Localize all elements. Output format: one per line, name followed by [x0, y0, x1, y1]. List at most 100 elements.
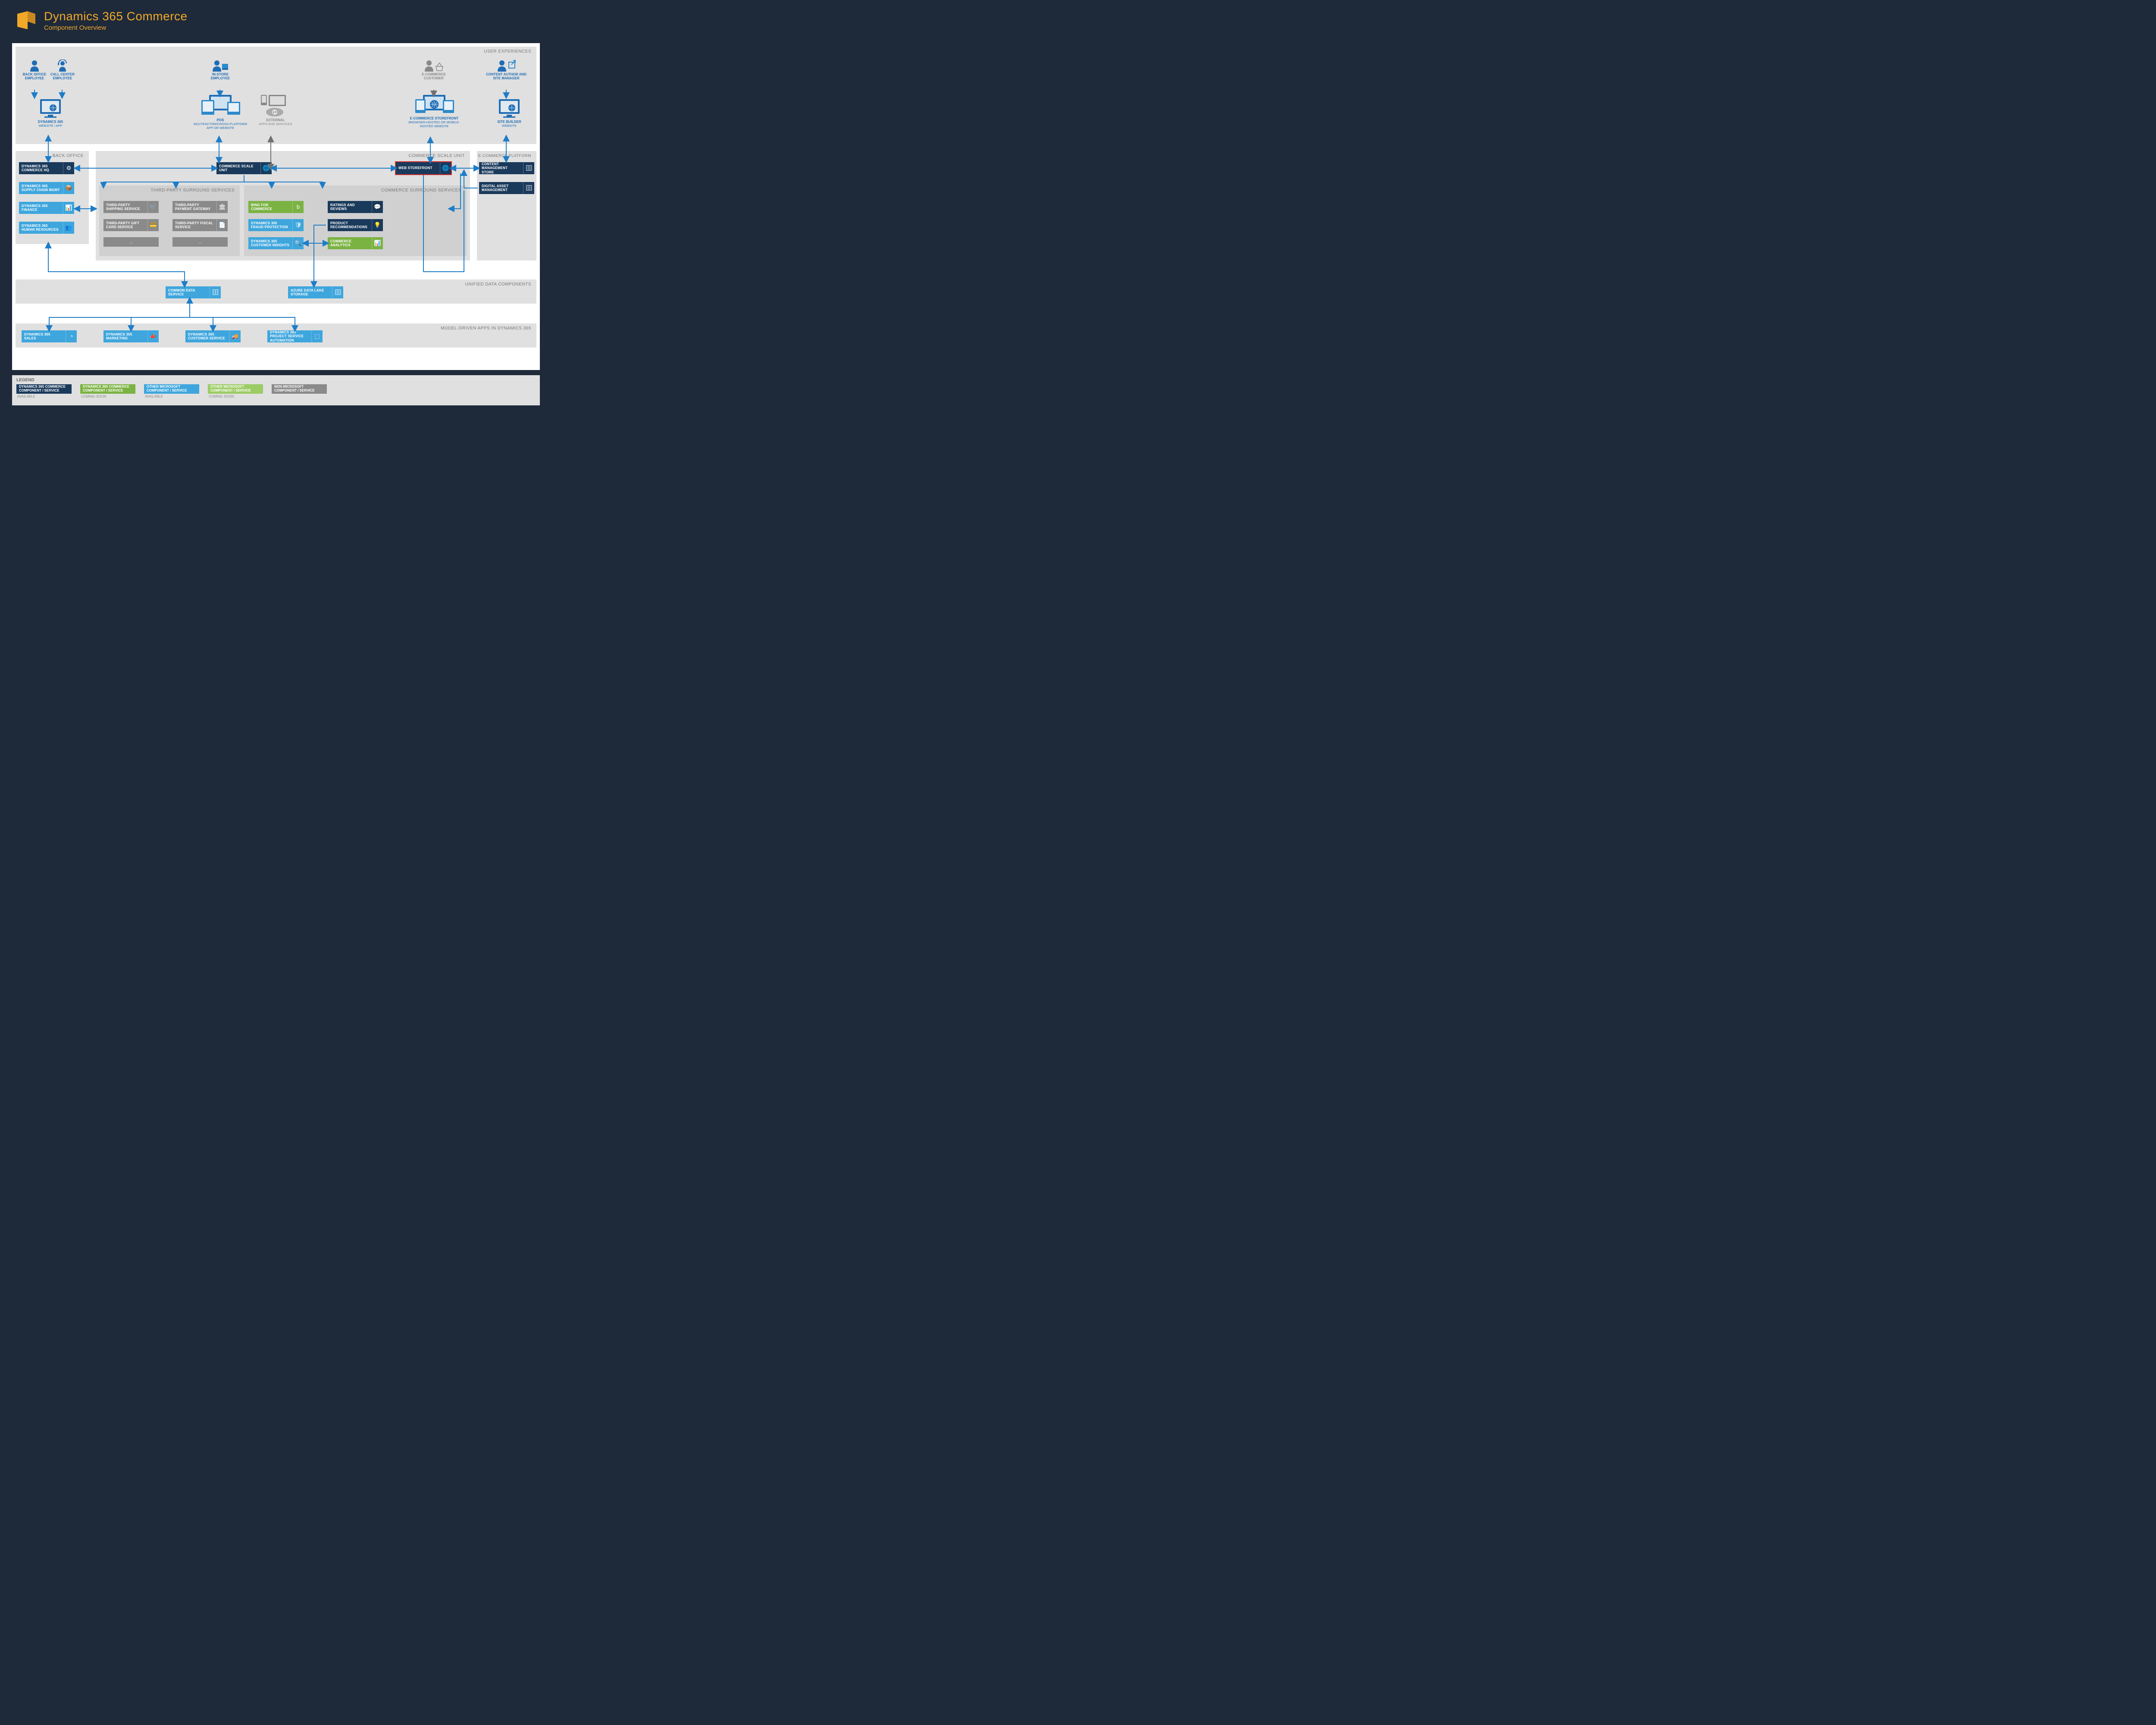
legend-item: NON-MICROSOFT COMPONENT / SERVICE [272, 384, 327, 398]
device-site-builder: SITE BUILDER WEBSITE [494, 98, 524, 128]
legend-items: DYNAMICS 365 COMMERCE COMPONENT / SERVIC… [16, 384, 536, 398]
subsec-label: THIRD-PARTY SURROUND SERVICES [151, 188, 235, 193]
legend-item: DYNAMICS 365 COMMERCE COMPONENT / SERVIC… [16, 384, 72, 398]
comp-web-storefront: WEB STOREFRONT🌐 [396, 162, 451, 174]
comp-bing: BING FOR COMMERCEb [248, 201, 304, 213]
page-title: Dynamics 365 Commerce [44, 9, 188, 23]
database-icon: 🗄 [523, 182, 534, 194]
comp-more1: ... [103, 237, 159, 247]
comp-sales: DYNAMICS 365 SALES◔ [22, 330, 77, 342]
comp-fraud: DYNAMICS 365 FRAUD PROTECTION🛡 [248, 219, 304, 231]
database-icon: 🗄 [332, 286, 343, 298]
comp-scm: DYNAMICS 365 SUPPLY CHAIN MGMT📦 [19, 182, 74, 194]
section-label: UNIFIED DATA COMPONENTS [465, 282, 531, 287]
section-label: COMMERCE SCALE UNIT [408, 154, 465, 158]
persona-content-author: CONTENT AUTHOR AND SITE MANAGER [485, 60, 528, 80]
legend-item: OTHER MICROSOFT COMPONENT / SERVICECOMIN… [208, 384, 263, 398]
globe-icon: 🌐 [260, 162, 272, 174]
logo-icon [16, 9, 37, 31]
gears-icon: ⚙ [63, 162, 74, 174]
package-icon: 📦 [63, 182, 74, 194]
comp-giftcard: THIRD-PARTY GIFT CARD SERVICE💳 [103, 219, 159, 231]
comp-d365-hq: DYNAMICS 365 COMMERCE HQ⚙ [19, 162, 74, 174]
headset-person-icon [56, 60, 69, 72]
pie-icon: ◔ [66, 330, 77, 342]
megaphone-icon: 📣 [147, 330, 159, 342]
comp-scale-unit: COMMERCE SCALE UNIT🌐 [216, 162, 272, 174]
comp-more2: ... [172, 237, 228, 247]
legend-item: OTHER MICROSOFT COMPONENT / SERVICEAVAIL… [144, 384, 199, 398]
device-storefront: E-COMMERCE STOREFRONT BROWSER-HOSTED OR … [405, 94, 463, 128]
document-icon: 📄 [216, 219, 228, 231]
people-icon: 👥 [63, 222, 74, 234]
section-label: E-COMMERCE PLATFORM [478, 154, 531, 158]
section-unified-data: UNIFIED DATA COMPONENTS COMMON DATA SERV… [16, 279, 536, 304]
comp-shipping: THIRD-PARTY SHIPPING SERVICE🛒 [103, 201, 159, 213]
comp-payment: THIRD-PARTY PAYMENT GATEWAY🏛 [172, 201, 228, 213]
globe-icon: 🌐 [440, 162, 451, 174]
comp-adls: AZURE DATA LAKE STORAGE🗄 [288, 286, 343, 298]
multi-device-icon [200, 94, 241, 117]
chat-icon: 💬 [372, 201, 383, 213]
monitor-globe-icon [497, 98, 521, 119]
legend-item: DYNAMICS 365 COMMERCE COMPONENT / SERVIC… [80, 384, 135, 398]
database-icon: 🗄 [523, 162, 534, 174]
section-user-experiences: USER EXPERIENCES BACK OFFICE EMPLOYEE CA… [16, 47, 536, 144]
person-expand-icon [497, 60, 516, 72]
header: Dynamics 365 Commerce Component Overview [16, 9, 188, 31]
legend-title: LEGEND [16, 378, 536, 383]
comp-cms: CONTENT MANAGEMENT STORE🗄 [479, 162, 534, 174]
section-back-office: BACK OFFICE DYNAMICS 365 COMMERCE HQ⚙ DY… [16, 151, 89, 244]
device-external: EXTERNAL APPS AND SERVICES [252, 94, 299, 126]
person-basket-icon [424, 60, 444, 72]
person-icon [28, 60, 41, 72]
cloud-devices-icon [260, 94, 291, 117]
section-label: USER EXPERIENCES [484, 49, 531, 54]
comp-finance: DYNAMICS 365 FINANCE📊 [19, 202, 74, 214]
subsection-commerce-surround: COMMERCE SURROUND SERVICES BING FOR COMM… [244, 185, 467, 256]
comp-ratings: RATINGS AND REVIEWS💬 [328, 201, 383, 213]
legend: LEGEND DYNAMICS 365 COMMERCE COMPONENT /… [12, 375, 540, 405]
bing-icon: b [292, 201, 304, 213]
comp-insights: DYNAMICS 365 CUSTOMER INSIGHTS🔍 [248, 237, 304, 249]
magnify-icon: 🔍 [292, 237, 304, 249]
nodes-icon: ⬚ [311, 330, 323, 342]
comp-fiscal: THIRD-PARTY FISCAL SERVICE📄 [172, 219, 228, 231]
section-ecom-platform: E-COMMERCE PLATFORM CONTENT MANAGEMENT S… [477, 151, 536, 260]
section-label: MODEL-DRIVEN APPS IN DYNAMICS 365 [441, 326, 531, 331]
database-icon: 🗄 [210, 286, 221, 298]
comp-hr: DYNAMICS 365 HUMAN RESOURCES👥 [19, 222, 74, 234]
diagram-canvas: USER EXPERIENCES BACK OFFICE EMPLOYEE CA… [12, 43, 540, 370]
page-subtitle: Component Overview [44, 24, 188, 31]
comp-customer-service: DYNAMICS 365 CUSTOMER SERVICE🚚 [185, 330, 241, 342]
monitor-icon [38, 98, 63, 119]
section-csu: COMMERCE SCALE UNIT COMMERCE SCALE UNIT🌐… [96, 151, 470, 260]
comp-psa: DYNAMICS 365 PROJECT SERVICE AUTOMATION⬚ [267, 330, 323, 342]
truck-icon: 🚚 [229, 330, 241, 342]
device-d365: DYNAMICS 365 WEBSITE / APP [31, 98, 70, 128]
bulb-icon: 💡 [372, 219, 383, 231]
persona-back-office: BACK OFFICE EMPLOYEE [22, 60, 47, 80]
dolly-icon: 🛒 [147, 201, 159, 213]
device-pos: POS MULTIFACTOR/CROSS-PLATFORM APP OR WE… [191, 94, 249, 130]
section-model-driven: MODEL-DRIVEN APPS IN DYNAMICS 365 DYNAMI… [16, 323, 536, 348]
title-block: Dynamics 365 Commerce Component Overview [44, 9, 188, 31]
comp-dam: DIGITAL ASSET MANAGEMENT🗄 [479, 182, 534, 194]
subsection-third-party: THIRD-PARTY SURROUND SERVICES THIRD-PART… [99, 185, 240, 256]
bank-icon: 🏛 [216, 201, 228, 213]
bar-chart-icon: 📊 [372, 237, 383, 249]
shield-icon: 🛡 [292, 219, 304, 231]
persona-in-store: IN-STORE EMPLOYEE [205, 60, 235, 80]
comp-marketing: DYNAMICS 365 MARKETING📣 [103, 330, 159, 342]
persona-call-center: CALL CENTER EMPLOYEE [49, 60, 76, 80]
comp-recommend: PRODUCT RECOMMENDATIONS💡 [328, 219, 383, 231]
multi-device-globe-icon [414, 94, 455, 116]
comp-analytics: COMMERCE ANALYTICS📊 [328, 237, 383, 249]
chart-icon: 📊 [63, 202, 74, 214]
person-store-icon [212, 60, 229, 72]
section-label: BACK OFFICE [53, 154, 84, 158]
comp-cds: COMMON DATA SERVICE🗄 [166, 286, 221, 298]
subsec-label: COMMERCE SURROUND SERVICES [381, 188, 461, 193]
page-root: Dynamics 365 Commerce Component Overview… [0, 0, 552, 411]
persona-customer: E-COMMERCE CUSTOMER [417, 60, 451, 80]
